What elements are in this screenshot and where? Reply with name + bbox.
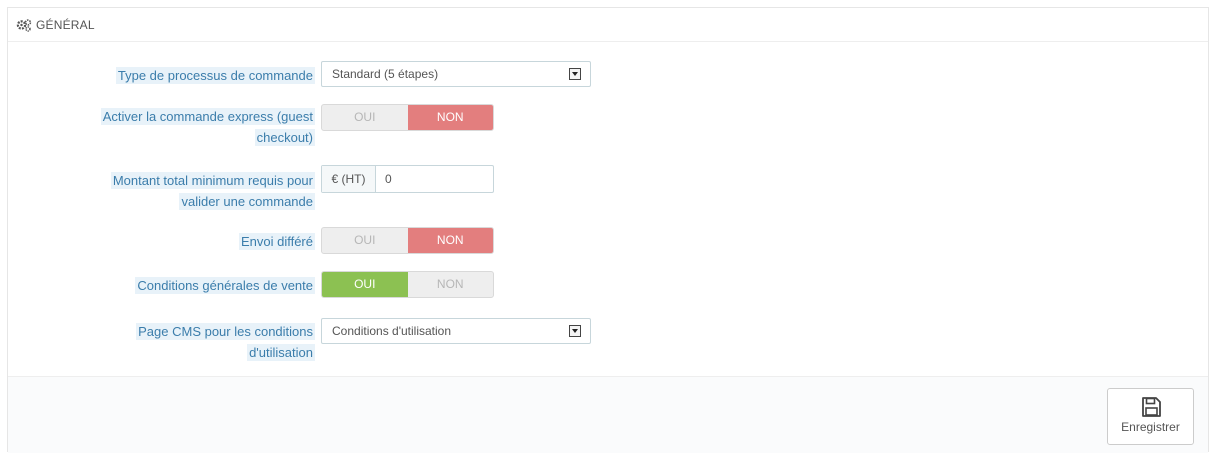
gears-icon bbox=[16, 18, 32, 32]
guest-checkout-label: Activer la commande express (guest check… bbox=[100, 106, 315, 148]
terms-no[interactable]: NON bbox=[408, 272, 494, 297]
panel-footer: Enregistrer bbox=[8, 376, 1208, 453]
floppy-disk-icon bbox=[1140, 396, 1162, 418]
panel-heading: GÉNÉRAL bbox=[8, 8, 1208, 42]
order-process-select[interactable]: Standard (5 étapes) bbox=[321, 61, 591, 87]
cms-page-label: Page CMS pour les conditions d'utilisati… bbox=[136, 321, 315, 363]
currency-addon: € (HT) bbox=[322, 166, 376, 192]
cms-page-value: Conditions d'utilisation bbox=[332, 324, 452, 338]
save-button[interactable]: Enregistrer bbox=[1107, 388, 1194, 445]
cms-page-label-line2: d'utilisation bbox=[247, 344, 315, 361]
panel-title: GÉNÉRAL bbox=[36, 17, 95, 32]
guest-checkout-label-line1: Activer la commande express (guest bbox=[100, 108, 315, 125]
min-amount-input-group[interactable]: € (HT) 0 bbox=[321, 165, 494, 193]
order-process-value: Standard (5 étapes) bbox=[332, 67, 439, 81]
guest-checkout-yes[interactable]: OUI bbox=[322, 105, 408, 130]
terms-yes[interactable]: OUI bbox=[322, 272, 408, 297]
guest-checkout-toggle[interactable]: OUI NON bbox=[321, 104, 494, 131]
terms-label: Conditions générales de vente bbox=[135, 275, 315, 296]
cms-page-select[interactable]: Conditions d'utilisation bbox=[321, 318, 591, 344]
general-panel: GÉNÉRAL Type de processus de commande St… bbox=[7, 7, 1209, 453]
min-amount-input[interactable]: 0 bbox=[376, 166, 392, 192]
cms-page-label-line1: Page CMS pour les conditions bbox=[136, 323, 315, 340]
order-process-label-text: Type de processus de commande bbox=[115, 67, 315, 84]
order-process-label: Type de processus de commande bbox=[115, 65, 315, 86]
delayed-shipping-label-text: Envoi différé bbox=[238, 233, 315, 250]
delayed-shipping-yes[interactable]: OUI bbox=[322, 228, 408, 253]
min-amount-label-line1: Montant total minimum requis pour bbox=[110, 172, 315, 189]
delayed-shipping-toggle[interactable]: OUI NON bbox=[321, 227, 494, 254]
terms-label-text: Conditions générales de vente bbox=[135, 277, 315, 294]
chevron-down-icon bbox=[569, 68, 581, 80]
guest-checkout-no[interactable]: NON bbox=[407, 105, 493, 130]
min-amount-label-line2: valider une commande bbox=[179, 193, 315, 210]
terms-toggle[interactable]: OUI NON bbox=[321, 271, 494, 298]
min-amount-label: Montant total minimum requis pour valide… bbox=[110, 170, 315, 212]
chevron-down-icon bbox=[569, 325, 581, 337]
delayed-shipping-no[interactable]: NON bbox=[407, 228, 493, 253]
guest-checkout-label-line2: checkout) bbox=[254, 129, 315, 146]
save-label: Enregistrer bbox=[1121, 420, 1180, 434]
delayed-shipping-label: Envoi différé bbox=[238, 231, 315, 252]
